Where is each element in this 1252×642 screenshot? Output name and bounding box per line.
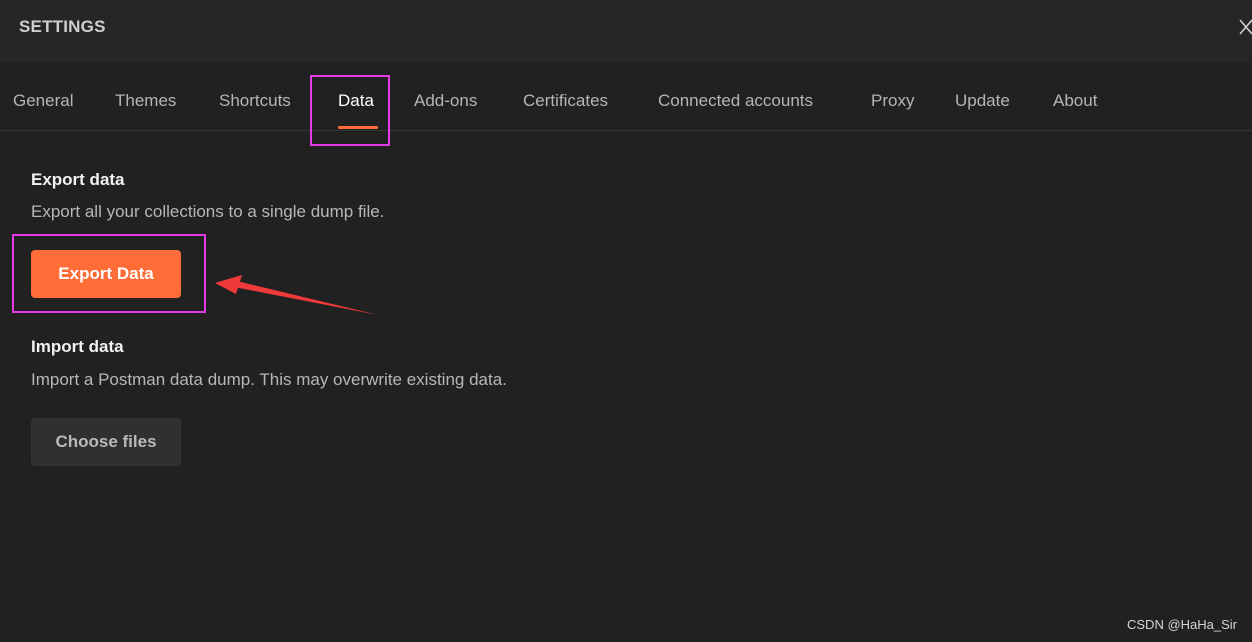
export-data-description: Export all your collections to a single … xyxy=(31,202,385,221)
highlight-box-export-button xyxy=(12,234,206,313)
export-data-heading: Export data xyxy=(31,170,125,189)
tab-add-ons[interactable]: Add-ons xyxy=(414,91,477,111)
tab-about[interactable]: About xyxy=(1053,91,1097,111)
import-data-heading: Import data xyxy=(31,337,124,356)
tab-themes[interactable]: Themes xyxy=(115,91,176,111)
choose-files-button[interactable]: Choose files xyxy=(31,418,181,466)
tab-shortcuts[interactable]: Shortcuts xyxy=(219,91,291,111)
watermark: CSDN @HaHa_Sir xyxy=(1127,617,1237,632)
import-data-description: Import a Postman data dump. This may ove… xyxy=(31,370,507,389)
tab-proxy[interactable]: Proxy xyxy=(871,91,914,111)
settings-window: SETTINGS General Themes Shortcuts Data A… xyxy=(0,0,1252,642)
settings-header: SETTINGS xyxy=(0,0,1252,62)
tab-general[interactable]: General xyxy=(13,91,73,111)
tab-update[interactable]: Update xyxy=(955,91,1010,111)
highlight-box-data-tab xyxy=(310,75,390,146)
settings-title: SETTINGS xyxy=(19,17,106,36)
close-icon[interactable] xyxy=(1238,18,1252,36)
settings-tabbar: General Themes Shortcuts Data Add-ons Ce… xyxy=(0,62,1252,131)
tab-connected-accounts[interactable]: Connected accounts xyxy=(658,91,813,111)
tab-certificates[interactable]: Certificates xyxy=(523,91,608,111)
annotation-arrow-icon xyxy=(215,275,378,315)
